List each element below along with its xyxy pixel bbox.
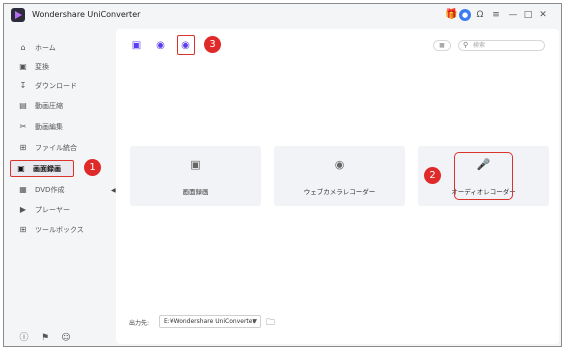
player-icon: ▶ [19, 205, 27, 214]
dvd-icon: ▦ [19, 185, 27, 194]
close-icon[interactable]: ✕ [537, 9, 549, 21]
app-window: Wondershare UniConverter 🎁 ● Ω ≡ — □ ✕ ⌂… [3, 3, 562, 347]
main-panel: ▣ ◉ ◉ 3 ■ ⚲ 検索 ▣ 画面録画 ◉ ウェブカメラレコーダー 🎤 オー… [116, 29, 559, 344]
sidebar-item-edit[interactable]: ✂ 動画編集 [10, 119, 104, 135]
app-title: Wondershare UniConverter [32, 10, 141, 19]
annotation-badge-3: 3 [204, 36, 221, 53]
sidebar-item-dvd[interactable]: ▦ DVD作成 [10, 182, 104, 198]
title-bar: Wondershare UniConverter 🎁 ● Ω ≡ — □ ✕ [4, 4, 561, 26]
output-label: 出力先: [129, 320, 150, 327]
sidebar-item-compress[interactable]: ▤ 動画圧縮 [10, 98, 104, 114]
help-icon[interactable]: ⓘ [18, 332, 30, 344]
annotation-badge-2: 2 [424, 167, 441, 184]
home-icon: ⌂ [20, 43, 26, 52]
menu-icon[interactable]: ≡ [490, 9, 502, 21]
app-logo-icon [11, 8, 25, 22]
search-icon: ⚲ [463, 41, 469, 49]
minimize-icon[interactable]: — [507, 9, 519, 21]
sidebar-item-home[interactable]: ⌂ ホーム [10, 40, 104, 56]
toolbox-icon: ⊞ [19, 225, 27, 234]
screen-record-icon: ▣ [17, 163, 25, 173]
sidebar-item-player[interactable]: ▶ プレーヤー [10, 202, 104, 218]
search-input[interactable]: ⚲ 検索 [458, 40, 545, 51]
screen-record-icon: ▣ [190, 158, 201, 171]
output-path-select[interactable]: E:¥Wondershare UniConverter ▼ [159, 315, 261, 328]
audio-recorder-highlight [454, 152, 513, 200]
sidebar-item-download[interactable]: ↧ ダウンロード [10, 78, 104, 94]
bell-icon[interactable]: ⚑ [39, 332, 51, 344]
folder-icon[interactable]: 🗀 [266, 315, 275, 331]
sidebar-item-toolbox[interactable]: ⊞ ツールボックス [10, 222, 104, 238]
webcam-recorder-card[interactable]: ◉ ウェブカメラレコーダー [274, 146, 405, 206]
sidebar: ⌂ ホーム ▣ 変換 ↧ ダウンロード ▤ 動画圧縮 ✂ 動画編集 ⊞ ファイル… [4, 26, 114, 346]
annotation-badge-1: 1 [84, 159, 101, 176]
collapse-sidebar-icon[interactable]: ◀ [111, 187, 116, 194]
sidebar-item-screen-record[interactable]: ▣ 画面録画 [10, 160, 74, 177]
sidebar-item-merge[interactable]: ⊞ ファイル統合 [10, 140, 104, 156]
gift-icon[interactable]: 🎁 [445, 9, 457, 21]
user-icon[interactable]: ● [459, 9, 471, 21]
microphone-tab-icon[interactable]: ◉ [179, 39, 192, 52]
webcam-icon: ◉ [334, 158, 345, 171]
maximize-icon[interactable]: □ [522, 9, 534, 21]
convert-icon: ▣ [19, 62, 27, 71]
trash-icon[interactable]: ■ [433, 40, 451, 51]
screen-record-tab-icon[interactable]: ▣ [130, 39, 143, 52]
compress-icon: ▤ [19, 101, 27, 110]
download-icon: ↧ [19, 81, 27, 90]
sidebar-item-convert[interactable]: ▣ 変換 [10, 59, 104, 75]
footer: 出力先: E:¥Wondershare UniConverter ▼ 🗀 [116, 313, 559, 333]
headset-icon[interactable]: Ω [474, 9, 486, 21]
screen-recorder-card[interactable]: ▣ 画面録画 [130, 146, 261, 206]
webcam-tab-icon[interactable]: ◉ [154, 39, 167, 52]
feedback-icon[interactable]: ☺ [60, 332, 72, 344]
chevron-down-icon: ▼ [252, 318, 257, 325]
merge-icon: ⊞ [19, 143, 27, 152]
scissors-icon: ✂ [19, 122, 27, 131]
